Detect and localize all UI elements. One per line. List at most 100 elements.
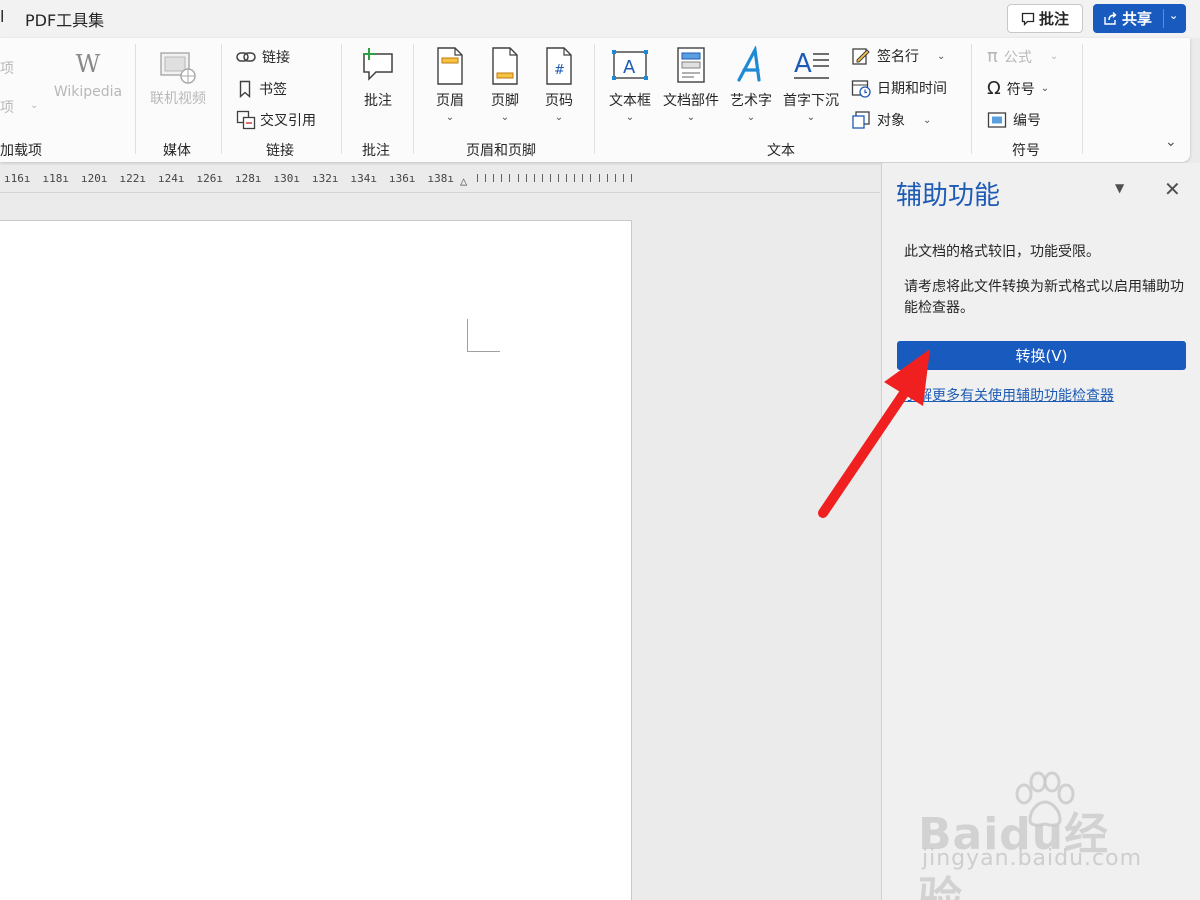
new-comment-button[interactable]: 批注 xyxy=(352,46,404,110)
ruler-mark: ı36ı xyxy=(389,172,416,185)
tab-pdf-tools[interactable]: PDF工具集 xyxy=(25,7,104,31)
close-icon[interactable]: ✕ xyxy=(1164,177,1181,201)
group-label-comments: 批注 xyxy=(362,143,390,159)
chevron-down-icon[interactable]: ⌄ xyxy=(30,100,38,111)
chevron-down-icon[interactable]: ⌄ xyxy=(1050,51,1058,62)
page-number-button[interactable]: # 页码 ⌄ xyxy=(535,46,583,123)
horizontal-ruler[interactable]: ı16ı ı18ı ı20ı ı22ı ı24ı ı26ı ı28ı ı30ı ı32ı ı34ı… xyxy=(0,168,880,190)
number-label: 编号 xyxy=(1013,113,1041,129)
svg-text:#: # xyxy=(554,63,565,78)
ruler-mark: ı16ı xyxy=(4,172,31,185)
link-button[interactable]: 链接 xyxy=(236,47,290,67)
date-time-button[interactable]: 日期和时间 xyxy=(851,78,947,98)
ribbon-expand-chevron-icon[interactable]: ⌄ xyxy=(1165,134,1177,150)
new-comment-icon xyxy=(363,48,393,81)
footer-button[interactable]: 页脚 ⌄ xyxy=(481,46,529,123)
bookmark-button[interactable]: 书签 xyxy=(239,79,287,99)
ruler-tick xyxy=(533,174,535,182)
pane-options-dropdown-icon[interactable]: ▼ xyxy=(1115,181,1124,195)
comments-button[interactable]: 批注 xyxy=(1007,4,1083,33)
ruler-tick xyxy=(549,174,551,182)
chevron-down-icon[interactable]: ⌄ xyxy=(660,112,722,123)
cross-reference-icon xyxy=(236,110,256,130)
ruler-mark: ı18ı xyxy=(42,172,70,185)
pi-icon: π xyxy=(987,46,998,67)
ruler-divider xyxy=(0,192,880,193)
wordart-button[interactable]: 艺术字 ⌄ xyxy=(726,44,776,123)
indent-marker-icon[interactable]: △ xyxy=(460,174,467,188)
equation-button[interactable]: π 公式 ⌄ xyxy=(987,46,1058,67)
chevron-down-icon[interactable]: ⌄ xyxy=(604,112,656,123)
learn-more-link[interactable]: 了解更多有关使用辅助功能检查器 xyxy=(904,385,1114,405)
link-icon xyxy=(236,52,256,62)
baidu-jingyan-watermark: Baidu经验 jingyan.baidu.com xyxy=(918,770,1148,900)
comment-icon xyxy=(1021,12,1035,26)
chevron-down-icon[interactable]: ⌄ xyxy=(426,112,474,123)
header-label: 页眉 xyxy=(436,93,464,109)
document-page[interactable] xyxy=(0,220,632,900)
ruler-tick xyxy=(517,174,519,182)
quick-parts-button[interactable]: 文档部件 ⌄ xyxy=(660,46,722,123)
page-number-icon: # xyxy=(546,47,572,85)
dropcap-button[interactable]: A 首字下沉 ⌄ xyxy=(780,46,842,123)
textbox-button[interactable]: A 文本框 ⌄ xyxy=(604,46,656,123)
margin-corner-mark xyxy=(467,319,500,352)
chevron-down-icon[interactable]: ⌄ xyxy=(481,112,529,123)
object-label: 对象 xyxy=(877,113,905,129)
calendar-clock-icon xyxy=(851,80,871,98)
footer-label: 页脚 xyxy=(491,93,519,109)
cross-reference-button[interactable]: 交叉引用 xyxy=(236,110,316,130)
group-divider xyxy=(971,44,972,154)
group-label-header-footer: 页眉和页脚 xyxy=(466,143,536,159)
chevron-down-icon[interactable]: ⌄ xyxy=(1041,83,1049,94)
chevron-down-icon[interactable]: ⌄ xyxy=(535,112,583,123)
pane-message-old-format: 此文档的格式较旧，功能受限。 xyxy=(904,244,1100,260)
header-button[interactable]: 页眉 ⌄ xyxy=(426,46,474,123)
object-button[interactable]: 对象 ⌄ xyxy=(851,110,931,130)
title-tab-bar: l PDF工具集 批注 共享 ⌄ xyxy=(0,0,1200,38)
symbol-button[interactable]: Ω 符号 ⌄ xyxy=(987,78,1049,99)
ruler-tick xyxy=(558,174,559,182)
pane-message-convert-hint: 请考虑将此文件转换为新式格式以启用辅助功能检查器。 xyxy=(904,279,1184,316)
chevron-down-icon[interactable]: ⌄ xyxy=(923,115,931,126)
ruler-mark: ı22ı xyxy=(119,172,147,185)
ruler-mark: ı26ı xyxy=(196,172,224,185)
addin-item-2[interactable]: 项 xyxy=(0,97,14,117)
share-button[interactable]: 共享 ⌄ xyxy=(1093,4,1186,33)
ruler-mark: ı24ı xyxy=(158,172,185,185)
addin-item-1[interactable]: 项 xyxy=(0,58,14,78)
textbox-label: 文本框 xyxy=(609,93,651,109)
group-divider xyxy=(413,44,414,154)
insert-ribbon: 项 项 ⌄ W Wikipedia 加载项 联机视频 媒体 链接 书签 交叉引用… xyxy=(0,38,1190,162)
number-button[interactable]: 编号 xyxy=(987,110,1041,130)
group-divider xyxy=(594,44,595,154)
signature-line-button[interactable]: 签名行 ⌄ xyxy=(851,46,945,66)
ruler-tick xyxy=(598,174,600,182)
chevron-down-icon[interactable]: ⌄ xyxy=(726,112,776,123)
comments-button-label: 批注 xyxy=(1038,10,1069,28)
convert-button[interactable]: 转换(V) xyxy=(897,341,1186,370)
group-label-text: 文本 xyxy=(767,143,795,159)
wikipedia-button[interactable]: W Wikipedia xyxy=(50,50,126,100)
link-label: 链接 xyxy=(262,50,290,66)
group-label-links: 链接 xyxy=(266,143,294,159)
bookmark-icon xyxy=(239,80,251,98)
dropcap-label: 首字下沉 xyxy=(783,93,839,109)
chevron-down-icon[interactable]: ⌄ xyxy=(1169,9,1178,22)
ruler-tick xyxy=(606,174,608,182)
wikipedia-icon: W xyxy=(75,50,101,78)
chevron-down-icon[interactable]: ⌄ xyxy=(780,112,842,123)
wordart-icon xyxy=(737,44,761,82)
ruler-tick xyxy=(485,174,487,182)
tab-partial[interactable]: l xyxy=(0,7,4,26)
share-button-label: 共享 xyxy=(1122,10,1153,28)
group-divider xyxy=(135,44,136,154)
ruler-tick xyxy=(493,174,495,182)
online-video-button[interactable]: 联机视频 xyxy=(143,50,213,108)
group-divider xyxy=(341,44,342,154)
ruler-mark: ı20ı xyxy=(81,172,108,185)
ruler-tick xyxy=(630,174,632,182)
group-label-symbols: 符号 xyxy=(1012,143,1040,159)
chevron-down-icon[interactable]: ⌄ xyxy=(937,51,945,62)
share-separator xyxy=(1163,9,1164,28)
